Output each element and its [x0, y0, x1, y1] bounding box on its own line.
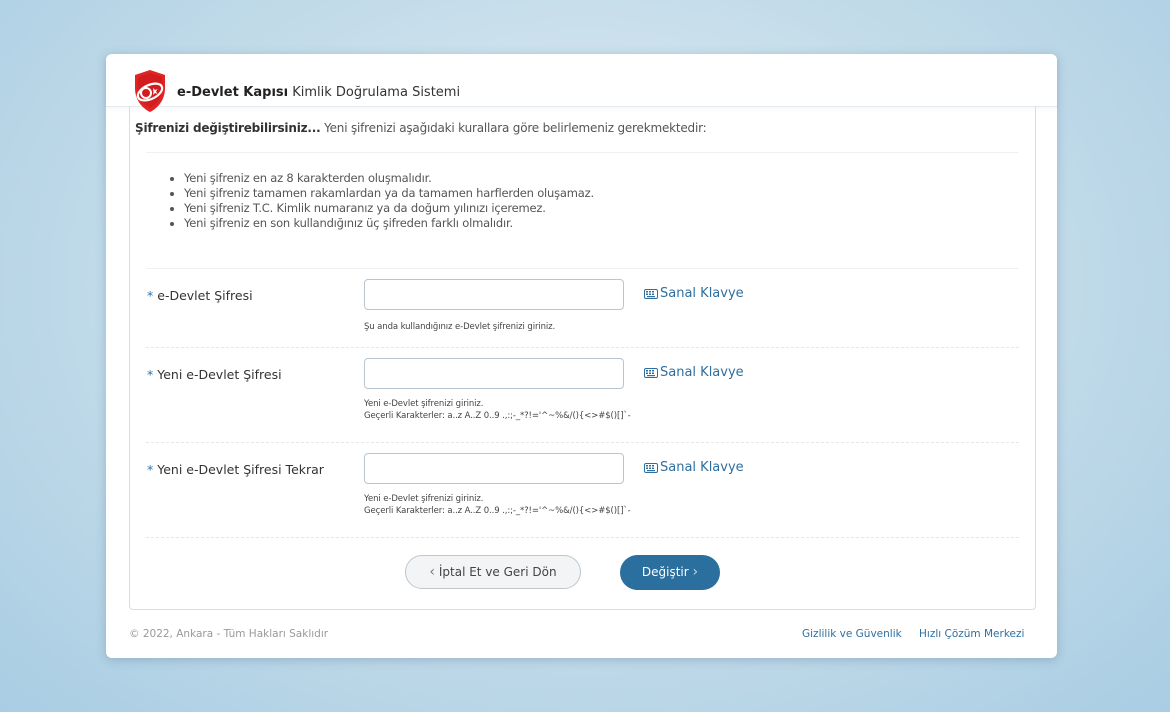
keyboard-icon — [644, 288, 658, 299]
keyboard-icon — [644, 462, 658, 473]
repeat-password-label: * Yeni e-Devlet Şifresi Tekrar — [147, 462, 324, 477]
brand-title: e-Devlet Kapısı Kimlik Doğrulama Sistemi — [177, 85, 460, 100]
divider — [146, 268, 1019, 269]
divider — [146, 347, 1019, 348]
change-password-button[interactable]: Değiştir › — [620, 555, 720, 590]
required-mark: * — [147, 462, 154, 477]
quick-solution-center-link[interactable]: Hızlı Çözüm Merkezi — [919, 628, 1024, 640]
virtual-keyboard-link[interactable]: Sanal Klavye — [644, 365, 744, 380]
keyboard-icon — [644, 367, 658, 378]
repeat-password-input[interactable] — [364, 453, 624, 484]
divider — [146, 442, 1019, 443]
chevron-right-icon: › — [692, 564, 699, 580]
password-rules-list: Yeni şifreniz en az 8 karakterden oluşma… — [170, 171, 594, 231]
divider — [146, 537, 1019, 538]
cancel-button[interactable]: ‹ İptal Et ve Geri Dön — [405, 555, 581, 589]
virtual-keyboard-link[interactable]: Sanal Klavye — [644, 286, 744, 301]
brand-name: e-Devlet Kapısı — [177, 85, 289, 100]
required-mark: * — [147, 288, 154, 303]
virtual-keyboard-link[interactable]: Sanal Klavye — [644, 460, 744, 475]
help-text: Yeni e-Devlet şifrenizi giriniz. — [364, 494, 484, 504]
header: e-Devlet Kapısı Kimlik Doğrulama Sistemi — [106, 54, 1057, 112]
new-password-input[interactable] — [364, 358, 624, 389]
login-card: e-Devlet Kapısı Kimlik Doğrulama Sistemi… — [106, 54, 1057, 658]
new-password-label: * Yeni e-Devlet Şifresi — [147, 367, 282, 382]
current-password-label: * e-Devlet Şifresi — [147, 288, 253, 303]
current-password-input[interactable] — [364, 279, 624, 310]
intro-text: Şifrenizi değiştirebilirsiniz... Yeni şi… — [135, 121, 707, 135]
new-password-help: Yeni e-Devlet şifrenizi giriniz. Geçerli… — [364, 398, 631, 422]
current-password-help: Şu anda kullandığınız e-Devlet şifrenizi… — [364, 322, 556, 332]
brand-subtitle: Kimlik Doğrulama Sistemi — [288, 85, 461, 100]
valid-characters: Geçerli Karakterler: a..z A..Z 0..9 .,:;… — [364, 506, 631, 516]
help-text: Yeni e-Devlet şifrenizi giriniz. — [364, 399, 484, 409]
privacy-security-link[interactable]: Gizlilik ve Güvenlik — [802, 628, 902, 640]
chevron-left-icon: ‹ — [429, 564, 436, 580]
valid-characters: Geçerli Karakterler: a..z A..Z 0..9 .,:;… — [364, 411, 631, 421]
rule-item: Yeni şifreniz en az 8 karakterden oluşma… — [170, 171, 594, 186]
rule-item: Yeni şifreniz T.C. Kimlik numaranız ya d… — [170, 201, 594, 216]
copyright-text: © 2022, Ankara - Tüm Hakları Saklıdır — [129, 628, 329, 640]
required-mark: * — [147, 367, 154, 382]
intro-heading: Şifrenizi değiştirebilirsiniz... — [135, 121, 321, 135]
form-panel: Şifrenizi değiştirebilirsiniz... Yeni şi… — [129, 106, 1036, 610]
intro-body: Yeni şifrenizi aşağıdaki kurallara göre … — [320, 121, 707, 135]
rule-item: Yeni şifreniz en son kullandığınız üç şi… — [170, 216, 594, 231]
rule-item: Yeni şifreniz tamamen rakamlardan ya da … — [170, 186, 594, 201]
divider — [146, 152, 1019, 153]
repeat-password-help: Yeni e-Devlet şifrenizi giriniz. Geçerli… — [364, 493, 631, 517]
